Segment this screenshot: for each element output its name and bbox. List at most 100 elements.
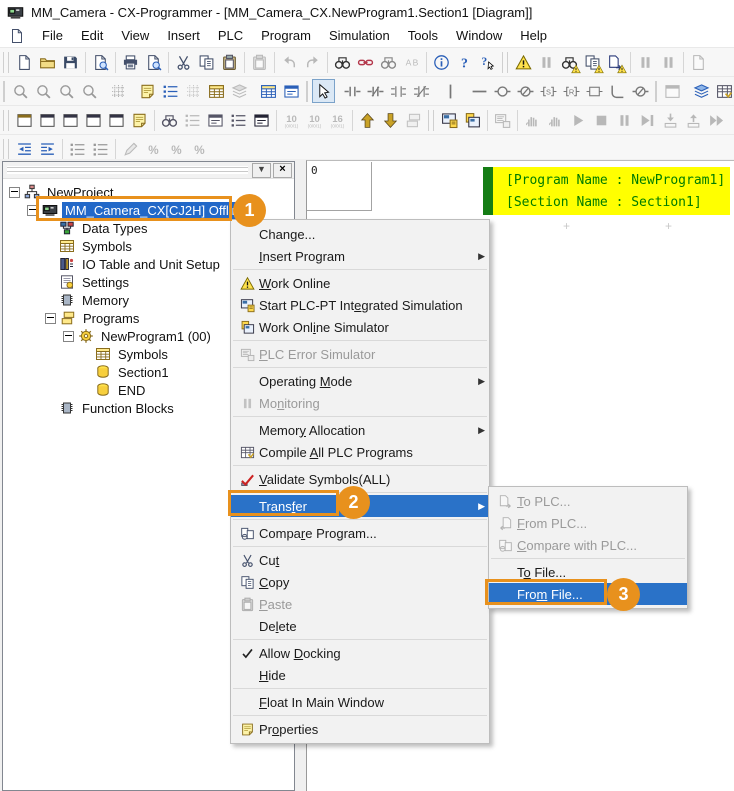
ci-view-button[interactable] bbox=[280, 79, 303, 103]
program-check-button[interactable] bbox=[687, 50, 710, 74]
pause-button[interactable] bbox=[657, 50, 680, 74]
context-menu-item-memory-allocation[interactable]: Memory Allocation▶ bbox=[231, 419, 489, 441]
show-section-list-button[interactable] bbox=[204, 108, 227, 132]
find-references-button[interactable] bbox=[377, 50, 400, 74]
toolbar-grip[interactable] bbox=[3, 110, 9, 131]
panel-dropdown-button[interactable]: ▼ bbox=[252, 163, 271, 178]
about-button[interactable] bbox=[430, 50, 453, 74]
context-menu-item-delete[interactable]: Delete bbox=[231, 615, 489, 637]
tidy-rungs-button[interactable] bbox=[89, 137, 112, 161]
zoom-fit-button[interactable] bbox=[32, 79, 55, 103]
force-off-button[interactable] bbox=[142, 137, 165, 161]
align-rungs-button[interactable] bbox=[66, 137, 89, 161]
show-cross-reference-report-button[interactable] bbox=[82, 108, 105, 132]
pause-simulation-button[interactable] bbox=[521, 108, 544, 132]
tree-expander-minus[interactable] bbox=[45, 313, 56, 324]
toolbar-grip[interactable] bbox=[3, 139, 9, 160]
toolbar-grip[interactable] bbox=[3, 81, 5, 102]
toolbar-grip[interactable] bbox=[502, 52, 508, 73]
io-comment-view-button[interactable] bbox=[181, 108, 204, 132]
context-menu-item-allow-docking[interactable]: Allow Docking bbox=[231, 642, 489, 664]
tree-expander-minus[interactable] bbox=[9, 187, 20, 198]
context-help-button[interactable] bbox=[476, 50, 499, 74]
previous-reference-button[interactable] bbox=[356, 108, 379, 132]
replace-button[interactable] bbox=[354, 50, 377, 74]
context-menu-item-compile-all-plc-programs[interactable]: Compile All PLC Programs bbox=[231, 441, 489, 463]
new-coil-button[interactable] bbox=[491, 79, 514, 103]
undo-button[interactable] bbox=[278, 50, 301, 74]
new-file-button[interactable] bbox=[13, 50, 36, 74]
panel-close-button[interactable]: × bbox=[273, 163, 292, 178]
step-run-button[interactable] bbox=[636, 108, 659, 132]
window-pause-button[interactable] bbox=[661, 79, 684, 103]
redo-button[interactable] bbox=[301, 50, 324, 74]
new-instruction-button[interactable] bbox=[583, 79, 606, 103]
copy-button[interactable] bbox=[195, 50, 218, 74]
menu-edit[interactable]: Edit bbox=[72, 26, 112, 45]
next-reference-button[interactable] bbox=[379, 108, 402, 132]
transfer-to-plc-toolbar-button[interactable] bbox=[604, 50, 627, 74]
monitoring-toolbar-button[interactable] bbox=[535, 50, 558, 74]
work-online-button[interactable] bbox=[512, 50, 535, 74]
step-in-button[interactable] bbox=[659, 108, 682, 132]
paste-button[interactable] bbox=[218, 50, 241, 74]
plc-error-simulator-toolbar-button[interactable] bbox=[491, 108, 514, 132]
rung-header-selection[interactable]: [Program Name : NewProgram1] [Section Na… bbox=[493, 167, 730, 215]
monitor-signed-decimal-button[interactable] bbox=[303, 108, 326, 132]
monitor-decimal-button[interactable] bbox=[280, 108, 303, 132]
step-out-button[interactable] bbox=[682, 108, 705, 132]
menu-plc[interactable]: PLC bbox=[209, 26, 252, 45]
continuous-step-button[interactable] bbox=[705, 108, 728, 132]
context-menu-item-work-online[interactable]: Work Online bbox=[231, 272, 489, 294]
simulator-window-button[interactable] bbox=[461, 108, 484, 132]
new-set-button[interactable] bbox=[537, 79, 560, 103]
address-reference-tool-button[interactable] bbox=[257, 79, 280, 103]
run-simulation-button[interactable] bbox=[567, 108, 590, 132]
compile-view-button[interactable] bbox=[713, 79, 734, 103]
menu-file[interactable]: File bbox=[33, 26, 72, 45]
zoom-in-button[interactable] bbox=[55, 79, 78, 103]
show-watch-window-button[interactable] bbox=[59, 108, 82, 132]
window-properties-button[interactable] bbox=[128, 108, 151, 132]
show-rung-list-button[interactable] bbox=[227, 108, 250, 132]
binary-monitor-button[interactable] bbox=[250, 108, 273, 132]
context-menu-item-properties[interactable]: Properties bbox=[231, 718, 489, 740]
menu-view[interactable]: View bbox=[112, 26, 158, 45]
show-grid-button[interactable] bbox=[107, 79, 130, 103]
differential-monitor-button[interactable] bbox=[188, 137, 211, 161]
menu-tools[interactable]: Tools bbox=[399, 26, 447, 45]
show-output-window-button[interactable] bbox=[36, 108, 59, 132]
monitor-hex-button[interactable] bbox=[326, 108, 349, 132]
rung-comment-button[interactable] bbox=[136, 79, 159, 103]
pause-sim-button[interactable] bbox=[613, 108, 636, 132]
toolbar-grip[interactable] bbox=[655, 81, 657, 102]
tree-expander-minus[interactable] bbox=[63, 331, 74, 342]
context-menu-item-compare-program[interactable]: Compare Program... bbox=[231, 522, 489, 544]
toolbar-grip[interactable] bbox=[428, 110, 434, 131]
object-layers-button[interactable] bbox=[690, 79, 713, 103]
context-menu-item-paste[interactable]: Paste bbox=[231, 593, 489, 615]
new-or-closed-contact-button[interactable] bbox=[410, 79, 433, 103]
search-function-button[interactable] bbox=[158, 108, 181, 132]
context-menu-item-monitoring[interactable]: Monitoring bbox=[231, 392, 489, 414]
context-menu-item-cut[interactable]: Cut bbox=[231, 549, 489, 571]
online-edit-button[interactable] bbox=[581, 50, 604, 74]
work-online-simulator-toolbar-button[interactable] bbox=[438, 108, 461, 132]
help-topics-button[interactable] bbox=[453, 50, 476, 74]
watch-window-grid-button[interactable] bbox=[205, 79, 228, 103]
find-ab-button[interactable] bbox=[400, 50, 423, 74]
monitor-grid-button[interactable] bbox=[182, 79, 205, 103]
new-contact-button[interactable] bbox=[341, 79, 364, 103]
new-connector-button[interactable] bbox=[606, 79, 629, 103]
cross-reference-tree-button[interactable] bbox=[228, 79, 251, 103]
find-online-button[interactable] bbox=[558, 50, 581, 74]
new-closed-coil-button[interactable] bbox=[514, 79, 537, 103]
outdent-rung-button[interactable] bbox=[13, 137, 36, 161]
show-local-symbols-button[interactable] bbox=[105, 108, 128, 132]
new-horizontal-button[interactable] bbox=[468, 79, 491, 103]
new-vertical-button[interactable] bbox=[439, 79, 462, 103]
menu-window[interactable]: Window bbox=[447, 26, 511, 45]
toolbar-grip[interactable] bbox=[3, 52, 9, 73]
save-project-button[interactable] bbox=[59, 50, 82, 74]
paste-program-button[interactable] bbox=[248, 50, 271, 74]
